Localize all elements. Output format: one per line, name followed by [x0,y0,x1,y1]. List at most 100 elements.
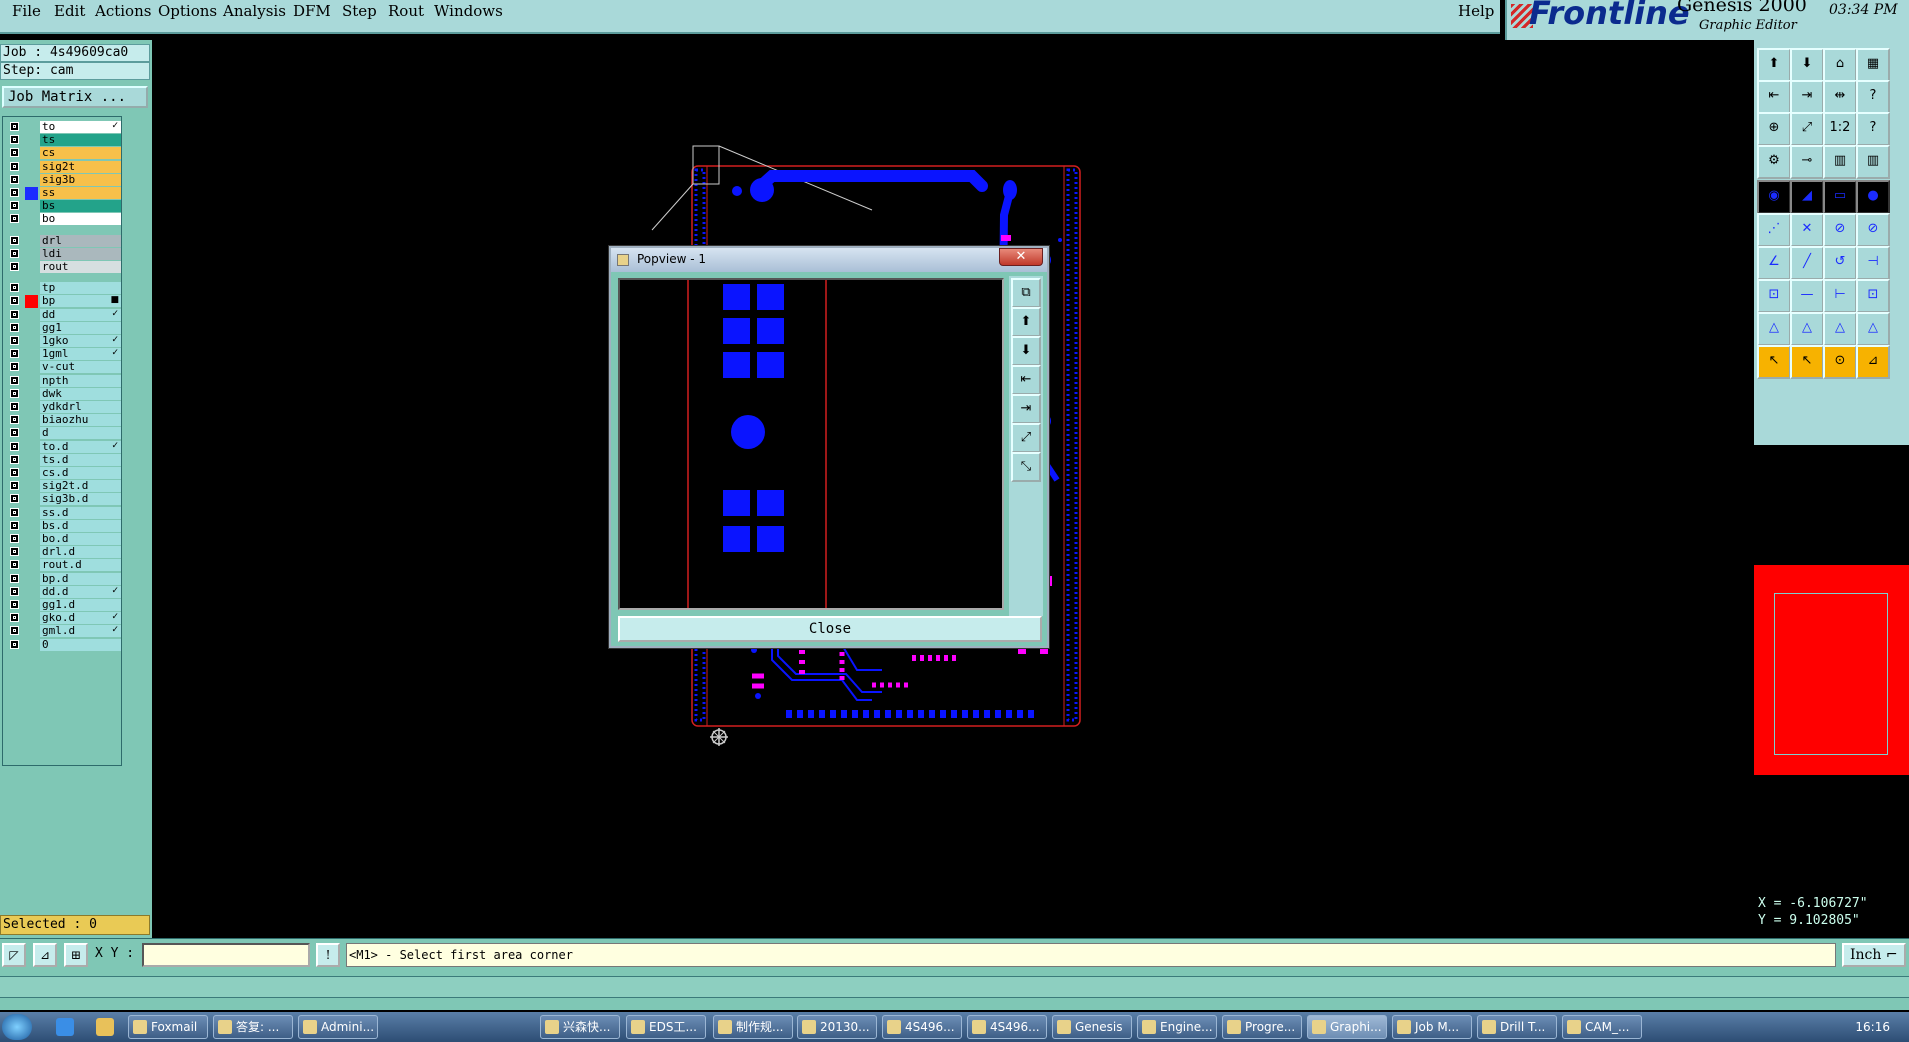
menu-edit[interactable]: Edit [54,2,85,20]
layer-checkbox[interactable] [10,600,19,609]
layer-color-swatch[interactable] [25,599,38,612]
layer-color-swatch[interactable] [25,401,38,414]
layer-row-to[interactable]: to ✓ [5,121,123,134]
close-button[interactable]: Close [618,616,1042,642]
layer-name[interactable]: ydkdrl [40,401,121,413]
layer-checkbox[interactable] [10,560,19,570]
layer-name[interactable]: bp [40,295,121,308]
taskbar-item[interactable]: EDS工... [626,1015,706,1039]
tool-icon-5[interactable]: ⇤ [1757,80,1791,114]
tool-icon-22[interactable]: ✕ [1790,213,1824,247]
layer-row-gg1.d[interactable]: gg1.d [5,599,123,612]
tool-icon-11[interactable]: 1:2 [1823,112,1857,146]
tool-icon-19[interactable]: ▭ [1823,180,1857,214]
tool-icon-25[interactable]: ∠ [1757,246,1791,280]
layer-color-swatch[interactable] [25,533,38,546]
layer-checkbox[interactable] [10,573,19,583]
layer-name[interactable]: dwk [40,387,121,400]
layer-color-swatch[interactable] [25,200,38,213]
grid-icon[interactable]: ⊞ [64,943,88,967]
layer-name[interactable]: drl.d [40,546,121,559]
layer-checkbox[interactable] [10,626,19,636]
layer-row-v-cut[interactable]: v-cut [5,361,123,374]
layer-color-swatch[interactable] [25,639,38,652]
layer-row-d[interactable]: d [5,427,123,440]
tool-icon-18[interactable]: ◢ [1790,180,1824,214]
tool-icon-38[interactable]: ↖ [1790,345,1824,379]
layer-name[interactable]: ldi [40,247,121,260]
layer-color-swatch[interactable] [25,213,38,226]
layer-color-swatch[interactable] [25,361,38,374]
tool-icon-1[interactable]: ⬆ [1757,48,1791,82]
tool-icon-9[interactable]: ⊕ [1757,112,1791,146]
layer-row-bs[interactable]: bs [5,200,123,213]
layer-checkbox[interactable] [10,248,19,258]
tool-icon-28[interactable]: ⊣ [1856,246,1890,280]
popview-viewport[interactable] [618,278,1004,610]
alert-icon[interactable]: ! [316,943,340,967]
tool-icon-34[interactable]: △ [1790,312,1824,346]
layer-checkbox[interactable] [10,362,19,372]
layer-row-ss[interactable]: ss [5,187,123,200]
menu-windows[interactable]: Windows [434,2,503,20]
layer-name[interactable]: ts [40,134,121,147]
layer-color-swatch[interactable] [25,348,38,361]
layer-color-swatch[interactable] [25,261,38,274]
ie-icon[interactable] [56,1018,74,1036]
layer-checkbox[interactable] [10,613,19,623]
layer-checkbox[interactable] [10,122,19,131]
taskbar-item[interactable]: Engine... [1137,1015,1217,1039]
layer-name[interactable]: bo [40,213,121,226]
tool-icon-31[interactable]: ⊢ [1823,279,1857,313]
layer-color-swatch[interactable] [25,441,38,454]
measure-icon[interactable]: ⊿ [33,943,57,967]
menu-file[interactable]: File [12,2,41,20]
layer-name[interactable]: gg1.d [40,599,121,611]
layer-row-gml.d[interactable]: gml.d ✓ [5,625,123,638]
job-matrix-button[interactable]: Job Matrix ... [2,86,148,108]
layer-color-swatch[interactable] [25,248,38,261]
popview-titlebar[interactable]: Popview - 1 ✕ [611,248,1047,272]
layer-name[interactable]: dd [40,308,121,321]
layer-color-swatch[interactable] [25,493,38,506]
layer-color-swatch[interactable] [25,375,38,388]
layer-color-swatch[interactable] [25,467,38,480]
layer-color-swatch[interactable] [25,586,38,599]
layer-row-tp[interactable]: tp [5,282,123,295]
layer-row-dwk[interactable]: dwk [5,387,123,401]
layer-name[interactable]: gko.d [40,612,121,625]
layer-color-swatch[interactable] [25,507,38,520]
layer-row-cs.d[interactable]: cs.d [5,467,123,480]
tool-icon-16[interactable]: ▥ [1856,145,1890,179]
layer-row-bo[interactable]: bo [5,213,123,226]
layer-checkbox[interactable] [10,262,19,271]
layer-checkbox[interactable] [10,547,19,557]
layer-color-swatch[interactable] [25,235,38,248]
tool-icon-39[interactable]: ⊙ [1823,345,1857,379]
tool-icon-37[interactable]: ↖ [1757,345,1791,379]
layer-checkbox[interactable] [10,135,19,145]
tool-icon-24[interactable]: ⊘ [1856,213,1890,247]
layer-row-to.d[interactable]: to.d ✓ [5,440,123,454]
tool-icon-36[interactable]: △ [1856,312,1890,346]
tool-icon-27[interactable]: ↺ [1823,246,1857,280]
layer-checkbox[interactable] [10,468,19,477]
taskbar-item[interactable]: 4S496... [967,1015,1047,1039]
tool-icon-14[interactable]: ⊸ [1790,145,1824,179]
layer-name[interactable]: bs [40,200,121,213]
layer-row-sig3b.d[interactable]: sig3b.d [5,493,123,506]
layer-row-bs.d[interactable]: bs.d [5,519,123,533]
layer-row-biaozhu[interactable]: biaozhu [5,414,123,427]
layer-color-swatch[interactable] [25,322,38,335]
tool-icon-3[interactable]: ⌂ [1823,48,1857,82]
layer-color-swatch[interactable] [25,388,38,401]
layer-row-npth[interactable]: npth [5,374,123,388]
layer-name[interactable]: to [40,121,121,133]
layer-checkbox[interactable] [10,296,19,306]
layer-name[interactable]: biaozhu [40,414,121,427]
xy-input[interactable] [142,943,310,967]
layer-row-1gko[interactable]: 1gko ✓ [5,335,123,348]
layer-row-ldi[interactable]: ldi [5,247,123,261]
layer-row-dd[interactable]: dd ✓ [5,308,123,322]
popview-tool-icon-7[interactable]: ⤡ [1011,452,1041,482]
